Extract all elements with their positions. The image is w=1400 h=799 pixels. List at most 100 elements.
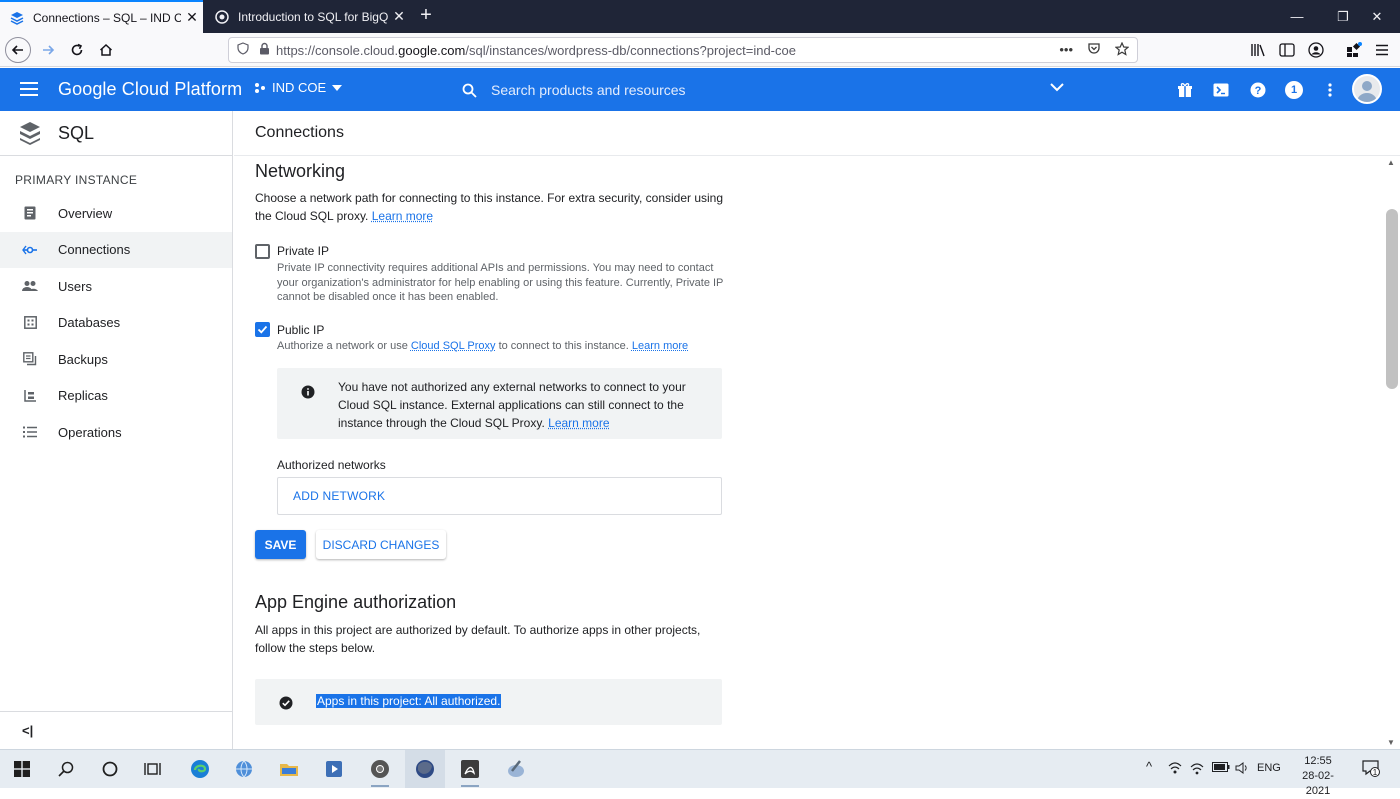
close-tab-icon[interactable]: ✕ xyxy=(388,8,410,25)
tab-title: Connections – SQL – IND COE – xyxy=(33,10,181,25)
url-bar[interactable]: https://console.cloud.google.com/sql/ins… xyxy=(228,37,1138,63)
sql-product-icon xyxy=(20,122,40,145)
page-actions-icon[interactable]: ••• xyxy=(1059,42,1073,59)
scroll-down-icon[interactable]: ▼ xyxy=(1387,738,1395,747)
checkmark-icon xyxy=(257,325,268,334)
account-icon[interactable] xyxy=(1307,41,1325,59)
notifications-badge[interactable]: 1 xyxy=(1284,80,1304,100)
backups-icon xyxy=(22,351,38,367)
search-bar[interactable]: Search products and resources xyxy=(462,75,1074,105)
new-tab-button[interactable]: + xyxy=(415,4,437,26)
sidebar-item-label: Databases xyxy=(58,315,121,331)
firefox-active-icon[interactable] xyxy=(405,750,445,788)
sidebar-item-label: Replicas xyxy=(58,388,108,404)
back-button[interactable] xyxy=(5,37,31,63)
battery-icon[interactable] xyxy=(1212,762,1230,775)
volume-icon[interactable] xyxy=(1235,762,1249,777)
cloud-shell-icon[interactable] xyxy=(1211,80,1231,100)
file-explorer-icon[interactable] xyxy=(278,758,300,780)
tab-connections[interactable]: Connections – SQL – IND COE – ✕ xyxy=(0,0,203,33)
gift-icon[interactable] xyxy=(1175,80,1195,100)
sidebar-toggle-icon[interactable] xyxy=(1278,41,1296,59)
hamburger-menu-icon[interactable] xyxy=(20,82,38,96)
cloud-sql-favicon-icon xyxy=(9,10,25,26)
cloud-sql-proxy-link[interactable]: Cloud SQL Proxy xyxy=(411,340,496,352)
sidebar-item-label: Users xyxy=(58,278,92,294)
extensions-icon[interactable] xyxy=(1345,41,1363,59)
help-icon[interactable]: ? xyxy=(1248,80,1268,100)
page-scrollbar[interactable]: ▲ ▼ xyxy=(1384,156,1400,749)
sidebar-item-users[interactable]: Users xyxy=(0,268,232,305)
private-ip-checkbox[interactable] xyxy=(255,244,270,259)
sidebar-item-label: Overview xyxy=(58,205,113,221)
windows-start-icon[interactable] xyxy=(11,758,33,780)
gcp-brand[interactable]: Google Cloud Platform xyxy=(58,79,242,100)
add-network-button[interactable]: ADD NETWORK xyxy=(277,477,722,515)
chrome-icon[interactable] xyxy=(369,758,391,787)
tray-overflow-icon[interactable]: ^ xyxy=(1146,759,1152,774)
app-engine-status: Apps in this project: All authorized. xyxy=(255,679,722,725)
browser-nav-bar: https://console.cloud.google.com/sql/ins… xyxy=(0,33,1400,67)
replicas-icon xyxy=(22,388,38,404)
sidebar-item-connections[interactable]: Connections xyxy=(0,231,232,268)
avatar[interactable] xyxy=(1352,74,1382,104)
collapse-sidebar-button[interactable]: <| xyxy=(0,711,232,749)
forward-button[interactable] xyxy=(35,37,61,63)
task-view-icon[interactable] xyxy=(142,758,164,780)
main-header: Connections xyxy=(234,111,1400,156)
public-ip-checkbox[interactable] xyxy=(255,322,270,337)
menu-icon[interactable] xyxy=(1373,41,1391,59)
product-title: SQL xyxy=(58,122,95,143)
paint-icon[interactable] xyxy=(505,758,527,780)
sidebar-item-overview[interactable]: Overview xyxy=(0,195,232,232)
wifi-icon[interactable] xyxy=(1190,762,1204,778)
minimize-button[interactable]: — xyxy=(1274,0,1320,33)
scroll-thumb[interactable] xyxy=(1386,209,1398,389)
learn-more-link[interactable]: Learn more xyxy=(372,209,433,223)
lock-icon[interactable] xyxy=(259,42,270,58)
save-button[interactable]: SAVE xyxy=(255,530,306,559)
clock[interactable]: 12:55 28-02-2021 xyxy=(1290,754,1346,799)
location-tray-icon[interactable] xyxy=(1168,762,1182,778)
private-ip-label: Private IP xyxy=(277,244,330,258)
discard-changes-button[interactable]: DISCARD CHANGES xyxy=(316,530,446,559)
tab-bigquery-intro[interactable]: Introduction to SQL for BigQuery ✕ xyxy=(205,0,410,33)
main-content: Networking Choose a network path for con… xyxy=(234,156,1384,749)
sidebar-item-operations[interactable]: Operations xyxy=(0,414,232,451)
media-player-icon[interactable] xyxy=(323,758,345,780)
reload-icon xyxy=(71,43,83,56)
language-indicator[interactable]: ENG xyxy=(1257,762,1281,774)
close-tab-icon[interactable]: ✕ xyxy=(181,9,203,26)
overview-icon xyxy=(22,205,38,221)
product-header: SQL xyxy=(0,111,232,156)
acrobat-icon[interactable] xyxy=(459,758,481,787)
bookmark-star-icon[interactable] xyxy=(1114,41,1130,59)
more-vert-icon[interactable] xyxy=(1320,80,1340,100)
scroll-up-icon[interactable]: ▲ xyxy=(1387,158,1395,167)
reload-button[interactable] xyxy=(64,37,90,63)
info-message: You have not authorized any external net… xyxy=(338,380,686,430)
sidebar-item-databases[interactable]: Databases xyxy=(0,305,232,342)
edge-browser-icon[interactable] xyxy=(189,758,211,780)
learn-more-link[interactable]: Learn more xyxy=(548,416,609,430)
pocket-icon[interactable] xyxy=(1087,42,1101,59)
sidebar-item-replicas[interactable]: Replicas xyxy=(0,378,232,415)
search-input[interactable]: Search products and resources xyxy=(491,82,686,98)
library-icon[interactable] xyxy=(1250,41,1268,59)
learn-more-link[interactable]: Learn more xyxy=(632,340,688,352)
url-text: https://console.cloud.google.com/sql/ins… xyxy=(276,42,796,58)
home-button[interactable] xyxy=(93,37,119,63)
action-center-icon[interactable]: 1 xyxy=(1362,759,1380,780)
arrow-left-icon xyxy=(11,45,23,55)
network-globe-icon[interactable] xyxy=(233,758,255,780)
close-window-button[interactable]: ✕ xyxy=(1354,0,1400,33)
page-title: Connections xyxy=(255,124,344,141)
sidebar-item-label: Operations xyxy=(58,424,122,440)
shield-icon[interactable] xyxy=(237,42,249,58)
status-message: Apps in this project: All authorized. xyxy=(316,694,502,708)
project-selector[interactable]: IND COE xyxy=(254,80,343,95)
search-taskbar-icon[interactable] xyxy=(55,758,77,780)
authorized-networks-label: Authorized networks xyxy=(277,458,386,472)
cortana-icon[interactable] xyxy=(99,758,121,780)
sidebar-item-backups[interactable]: Backups xyxy=(0,341,232,378)
